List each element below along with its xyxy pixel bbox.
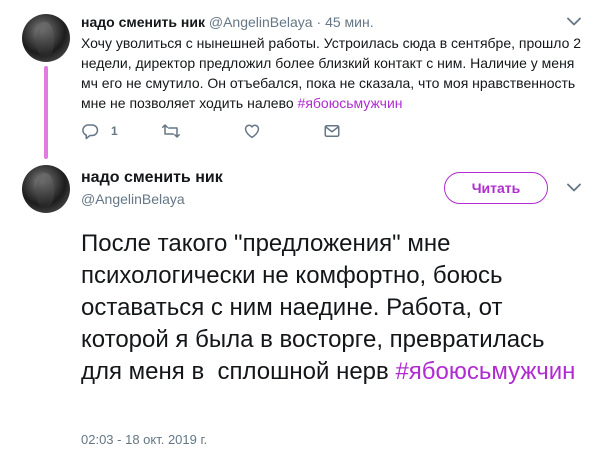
follow-button[interactable]: Читать xyxy=(444,172,548,204)
chevron-down-icon[interactable] xyxy=(564,11,584,31)
chevron-down-icon[interactable] xyxy=(564,177,584,197)
author-handle[interactable]: @AngelinBelaya xyxy=(81,190,185,208)
hashtag-link[interactable]: #ябоюсьмужчин xyxy=(298,95,403,111)
avatar[interactable] xyxy=(22,165,70,213)
tweet-thread: надо сменить ник @AngelinBelaya · 45 мин… xyxy=(0,0,612,458)
parent-tweet-header: надо сменить ник @AngelinBelaya · 45 мин… xyxy=(81,13,374,31)
separator-dot: · xyxy=(316,14,322,30)
author-handle[interactable]: @AngelinBelaya xyxy=(209,14,313,30)
tweet-timestamp[interactable]: 02:03 - 18 окт. 2019 г. xyxy=(81,431,207,449)
thread-connector-line xyxy=(44,66,48,159)
direct-message-button[interactable] xyxy=(323,122,341,140)
message-icon xyxy=(323,122,341,140)
reply-button[interactable]: 1 xyxy=(81,122,118,140)
main-tweet-text: После такого "предложения" мне психологи… xyxy=(81,228,581,388)
tweet-timestamp[interactable]: 45 мин. xyxy=(325,14,374,30)
retweet-icon xyxy=(161,122,181,140)
reply-count: 1 xyxy=(111,124,118,138)
author-name[interactable]: надо сменить ник xyxy=(81,168,223,188)
parent-tweet-text: Хочу уволиться с нынешней работы. Устрои… xyxy=(81,33,586,113)
like-icon xyxy=(243,122,261,140)
hashtag-link[interactable]: #ябоюсьмужчин xyxy=(395,358,575,385)
author-name[interactable]: надо сменить ник xyxy=(81,14,205,30)
retweet-button[interactable] xyxy=(161,122,181,140)
like-button[interactable] xyxy=(243,122,261,140)
reply-icon xyxy=(81,122,99,140)
avatar[interactable] xyxy=(22,14,70,62)
